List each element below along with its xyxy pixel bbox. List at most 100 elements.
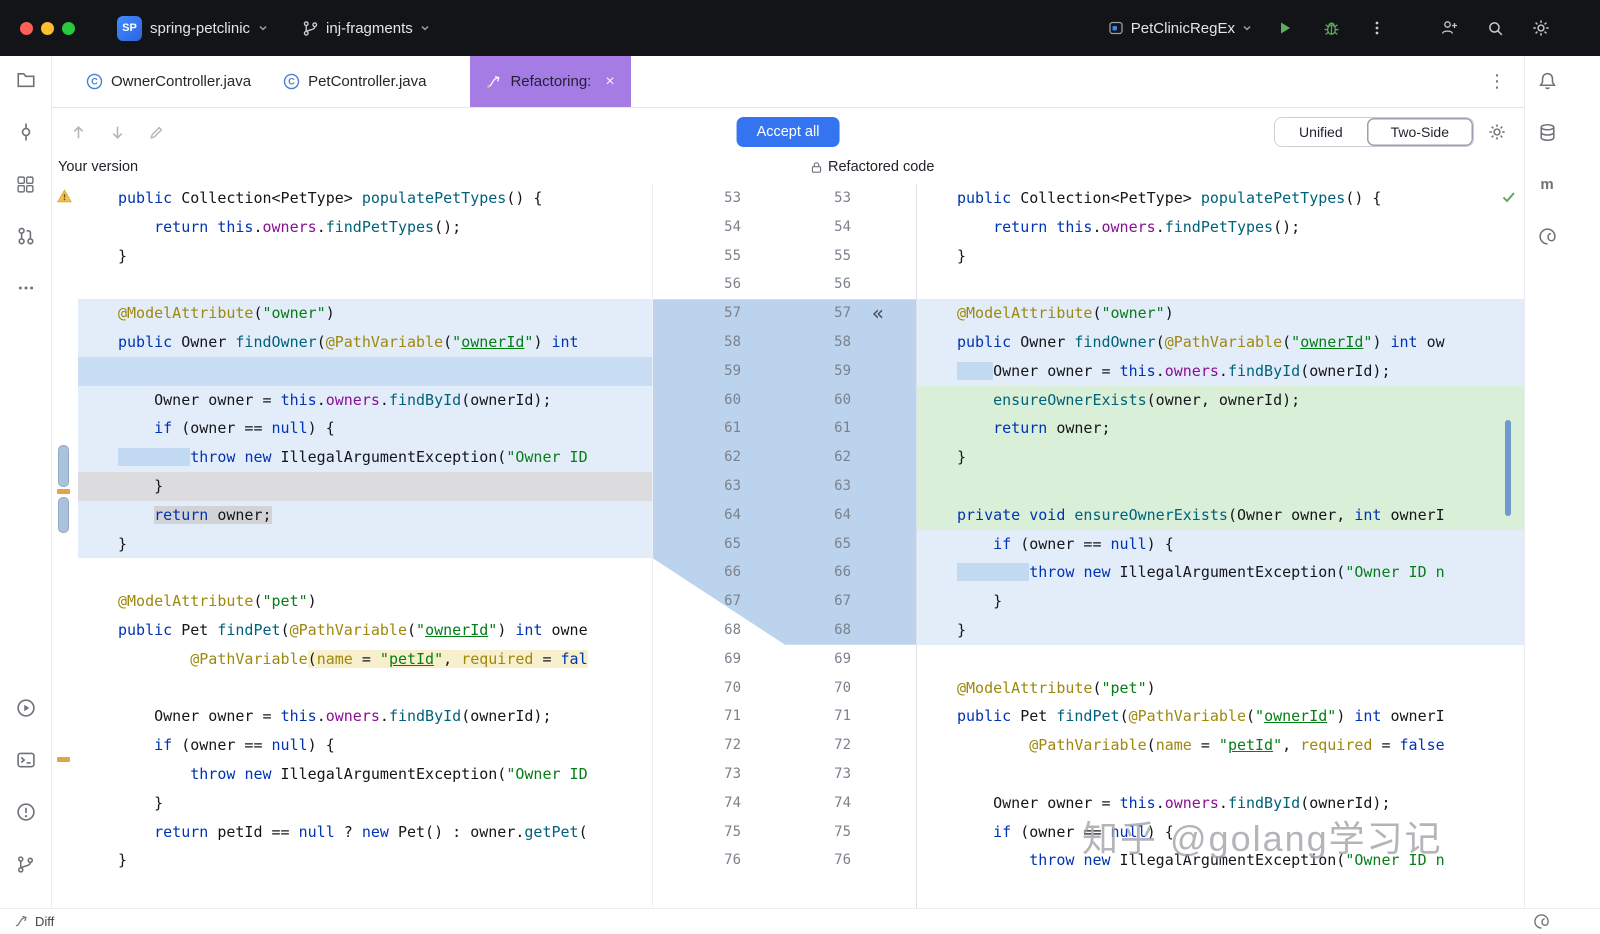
code-line[interactable]: public Collection<PetType> populatePetTy…: [917, 184, 1524, 213]
code-line[interactable]: throw new IllegalArgumentException("Owne…: [917, 846, 1524, 875]
run-button[interactable]: [1272, 15, 1298, 41]
code-line[interactable]: Owner owner = this.owners.findById(owner…: [917, 356, 1524, 386]
project-tool-button[interactable]: [14, 68, 38, 92]
two-side-view-button[interactable]: Two-Side: [1366, 118, 1473, 146]
code-line[interactable]: @PathVariable(name = "petId", required =…: [78, 645, 652, 674]
code-line[interactable]: public Collection<PetType> populatePetTy…: [78, 184, 652, 213]
code-line[interactable]: Owner owner = this.owners.findById(owner…: [78, 702, 652, 731]
close-window-button[interactable]: [20, 21, 33, 35]
ide-window: SP spring-petclinic inj-fragments PetCli…: [0, 0, 1600, 934]
more-tool-windows-button[interactable]: [14, 276, 38, 300]
code-line[interactable]: [78, 270, 652, 299]
code-line[interactable]: if (owner == null) {: [78, 414, 652, 444]
notifications-tool-button[interactable]: [1535, 68, 1559, 92]
code-line[interactable]: return owner;: [917, 414, 1524, 444]
diff-settings-button[interactable]: [1488, 123, 1506, 141]
code-line[interactable]: ensureOwnerExists(owner, ownerId);: [917, 385, 1524, 415]
unified-view-button[interactable]: Unified: [1275, 118, 1367, 146]
line-number: 67: [724, 593, 741, 610]
code-line[interactable]: @ModelAttribute("pet"): [917, 674, 1524, 703]
code-line[interactable]: return petId == null ? new Pet() : owner…: [78, 818, 652, 847]
branch-name: inj-fragments: [326, 19, 413, 37]
tab-options-button[interactable]: ⋮: [1484, 69, 1510, 95]
database-tool-button[interactable]: [1535, 120, 1559, 144]
code-line[interactable]: throw new IllegalArgumentException("Owne…: [78, 443, 652, 472]
project-selector[interactable]: SP spring-petclinic: [117, 15, 268, 41]
code-line[interactable]: Owner owner = this.owners.findById(owner…: [78, 385, 652, 415]
structure-tool-button[interactable]: [14, 172, 38, 196]
minimize-window-button[interactable]: [41, 21, 54, 35]
code-line[interactable]: private void ensureOwnerExists(Owner own…: [917, 500, 1524, 530]
maven-tool-button[interactable]: m: [1535, 172, 1559, 196]
zoom-window-button[interactable]: [62, 21, 75, 35]
apply-change-button[interactable]: «: [872, 299, 884, 328]
run-tool-button[interactable]: [14, 696, 38, 720]
code-line[interactable]: }: [917, 242, 1524, 271]
code-line[interactable]: throw new IllegalArgumentException("Owne…: [78, 760, 652, 789]
code-with-me-button[interactable]: [1436, 15, 1462, 41]
code-line[interactable]: [917, 471, 1524, 501]
left-tool-strip: [0, 56, 52, 908]
code-line[interactable]: @ModelAttribute("pet"): [78, 587, 652, 616]
code-line[interactable]: [78, 674, 652, 703]
debug-button[interactable]: [1318, 15, 1344, 41]
close-tab-icon[interactable]: ×: [605, 73, 614, 90]
code-line[interactable]: [917, 645, 1524, 674]
code-line[interactable]: }: [78, 846, 652, 875]
accept-all-button[interactable]: Accept all: [736, 117, 840, 147]
problems-tool-button[interactable]: [14, 800, 38, 824]
code-line[interactable]: return this.owners.findPetTypes();: [78, 213, 652, 242]
previous-change-button[interactable]: [70, 124, 87, 141]
tab-refactoring[interactable]: Refactoring: ×: [470, 56, 631, 107]
next-change-button[interactable]: [109, 124, 126, 141]
settings-button[interactable]: [1528, 15, 1554, 41]
code-line[interactable]: throw new IllegalArgumentException("Owne…: [917, 558, 1524, 588]
change-marker-bar[interactable]: [58, 497, 69, 533]
ai-assistant-icon[interactable]: [1533, 913, 1550, 930]
ai-assistant-tool-button[interactable]: [1535, 224, 1559, 248]
code-line[interactable]: }: [917, 615, 1524, 645]
code-line[interactable]: [917, 760, 1524, 789]
code-line[interactable]: if (owner == null) {: [917, 529, 1524, 559]
gutter-line: 72 72: [653, 731, 916, 760]
tab-owner-controller[interactable]: C OwnerController.java: [70, 56, 267, 107]
code-line[interactable]: }: [78, 471, 652, 501]
version-control-tool-button[interactable]: [14, 852, 38, 876]
run-configuration-selector[interactable]: PetClinicRegEx: [1108, 20, 1252, 37]
edit-button[interactable]: [148, 124, 165, 141]
code-line[interactable]: }: [78, 242, 652, 271]
code-line[interactable]: if (owner == null) {: [78, 731, 652, 760]
code-line[interactable]: }: [917, 443, 1524, 472]
code-line[interactable]: public Owner findOwner(@PathVariable("ow…: [917, 327, 1524, 357]
code-line[interactable]: [917, 270, 1524, 299]
code-line[interactable]: }: [917, 587, 1524, 616]
more-actions-button[interactable]: [1364, 15, 1390, 41]
change-marker-bar[interactable]: [58, 445, 69, 487]
line-number: 73: [834, 765, 851, 782]
code-line[interactable]: Owner owner = this.owners.findById(owner…: [917, 789, 1524, 818]
modified-marker-tick[interactable]: [57, 757, 70, 762]
code-line[interactable]: }: [78, 789, 652, 818]
pull-requests-tool-button[interactable]: [14, 224, 38, 248]
commit-tool-button[interactable]: [14, 120, 38, 144]
code-line[interactable]: public Owner findOwner(@PathVariable("ow…: [78, 327, 652, 357]
code-line[interactable]: [78, 558, 652, 587]
branch-selector[interactable]: inj-fragments: [302, 20, 430, 37]
status-bar: Diff: [0, 908, 1600, 934]
code-line[interactable]: @ModelAttribute("owner"): [78, 299, 652, 328]
code-line[interactable]: }: [78, 529, 652, 559]
modified-marker-tick[interactable]: [57, 489, 70, 494]
code-line[interactable]: return owner;: [78, 500, 652, 530]
terminal-tool-button[interactable]: [14, 748, 38, 772]
search-everywhere-button[interactable]: [1482, 15, 1508, 41]
code-line[interactable]: [78, 356, 652, 386]
code-line[interactable]: if (owner == null) {: [917, 818, 1524, 847]
code-line[interactable]: @ModelAttribute("owner"): [917, 299, 1524, 328]
code-line[interactable]: public Pet findPet(@PathVariable("ownerI…: [78, 616, 652, 645]
tab-pet-controller[interactable]: C PetController.java: [267, 56, 442, 107]
code-line[interactable]: @PathVariable(name = "petId", required =…: [917, 731, 1524, 760]
code-line[interactable]: public Pet findPet(@PathVariable("ownerI…: [917, 702, 1524, 731]
change-marker-bar[interactable]: [1505, 420, 1511, 516]
line-number: 61: [724, 420, 741, 437]
code-line[interactable]: return this.owners.findPetTypes();: [917, 213, 1524, 242]
